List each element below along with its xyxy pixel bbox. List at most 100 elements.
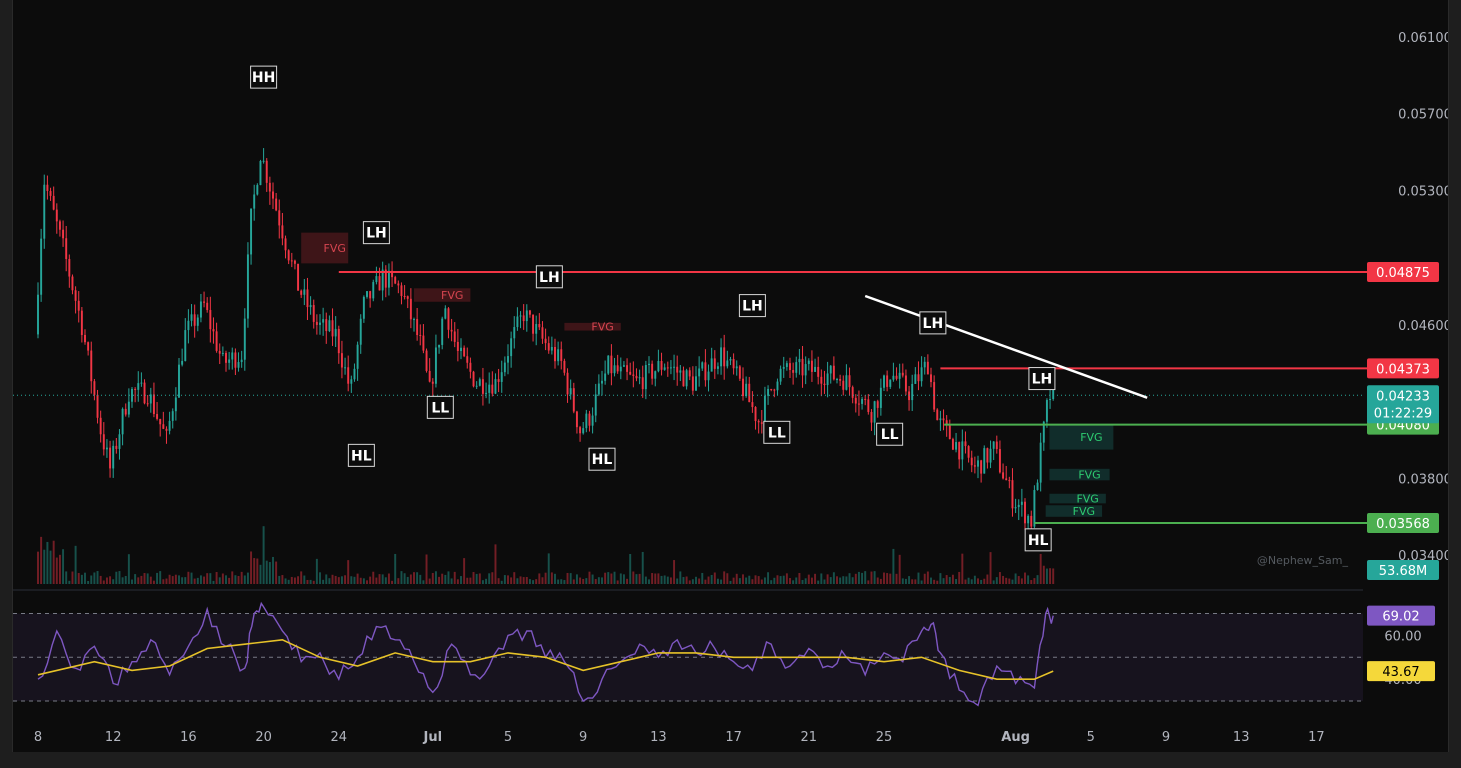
candle-body [557,349,560,362]
volume-bar [400,571,403,584]
fvg-label: FVG [591,321,613,334]
volume-bar [337,577,340,584]
candle-body [143,382,146,404]
volume-bar [444,574,447,584]
time-tick: 24 [331,730,348,745]
candle-body [745,383,748,397]
volume-bar [955,578,958,584]
volume-bar [284,578,287,584]
fvg-label: FVG [1073,505,1095,518]
candle-body [522,315,525,322]
candle-body [904,375,907,392]
candle-body [281,225,284,239]
volume-bar [1049,568,1052,584]
candle-body [353,368,356,380]
candle-body [917,374,920,382]
candle-body [594,394,597,416]
candle-body [337,328,340,354]
volume-bar [738,578,741,584]
volume-bar [350,576,353,584]
volume-bar [641,551,644,584]
candle-body [541,327,544,339]
volume-bar [669,577,672,584]
volume-bar [917,572,920,584]
candle-body [124,408,127,415]
volume-bar [121,577,124,584]
candle-body [763,395,766,424]
volume-bar [798,572,801,584]
candle-body [369,291,372,299]
volume-bar [613,571,616,584]
volume-bar [46,541,49,584]
candle-body [970,457,973,466]
candle-body [447,308,450,330]
candle-body [817,366,820,377]
candle-body [262,160,265,162]
candle-body [691,376,694,391]
candle-body [735,366,738,369]
volume-bar [181,577,184,584]
rsi-value-label: 69.02 [1382,610,1419,625]
volume-bar [225,575,227,584]
candle-body [494,379,497,394]
volume-bar [998,572,1001,584]
candle-body [507,356,509,363]
volume-bar [143,573,146,584]
candle-body [854,397,857,404]
candle-body [322,319,325,323]
candle-body [450,329,453,332]
time-tick: 9 [579,730,587,745]
candle-body [218,350,221,354]
volume-bar [306,579,309,584]
candle-body [807,360,810,365]
candle-body [886,375,889,387]
chart-svg[interactable]: FVGFVGFVGFVGFVGFVGFVG 0.048750.043730.04… [13,0,1448,752]
volume-bar [544,572,547,584]
volume-bar [478,573,481,584]
candle-body [829,365,832,374]
volume-bar [466,577,469,584]
candle-body [663,367,666,370]
candle-body [698,368,701,377]
candle-body [466,356,469,363]
candle-body [654,371,657,379]
volume-bar [926,571,929,584]
candle-body [789,363,791,371]
candle-body [315,321,318,325]
candle-body [152,394,155,415]
volume-bar [698,578,701,584]
candle-body [585,413,588,429]
candle-body [648,363,650,366]
volume-bar [1020,578,1023,584]
time-tick: Jul [423,730,443,745]
volume-bar [948,577,951,584]
swing-label: LL [881,427,899,443]
candle-body [394,277,397,284]
volume-bar [936,580,939,584]
candle-body [579,427,582,434]
volume-bar [218,577,221,584]
volume-bar [287,579,290,584]
candle-body [187,320,190,331]
volume-bar [986,574,989,584]
volume-bar [685,576,688,584]
candle-body [237,362,240,368]
volume-bar [704,579,707,584]
candle-body [519,315,522,317]
volume-bar [434,571,437,584]
candle-body [387,270,390,288]
volume-bar [171,576,174,584]
volume-bar [538,573,541,584]
volume-bar [516,578,519,584]
candle-body [80,310,83,335]
price-axis[interactable]: 0.061000.057000.053000.046000.038000.034… [1367,31,1448,580]
volume-bar [848,573,851,584]
volume-bar [995,577,998,584]
volume-bar [262,526,265,584]
candle-body [184,330,187,361]
candle-body [544,338,547,344]
candle-body [178,364,180,398]
candle-body [889,379,892,387]
volume-bar [52,540,55,584]
candle-body [911,383,914,401]
